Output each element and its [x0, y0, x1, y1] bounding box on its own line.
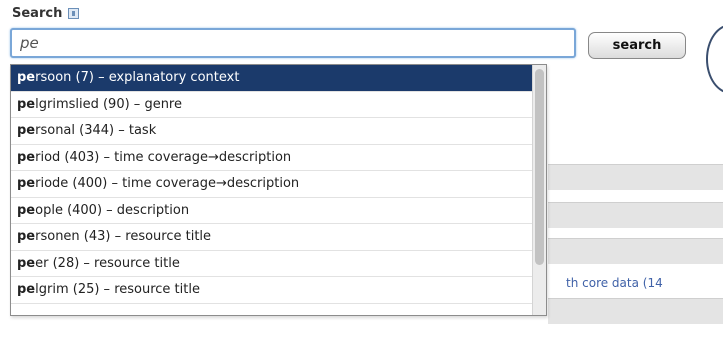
search-label-text: Search	[12, 6, 63, 21]
search-label: Search	[12, 6, 80, 21]
suggestion-match: pe	[17, 123, 36, 138]
suggestion-match: pe	[17, 255, 36, 271]
search-input[interactable]	[10, 28, 576, 58]
background-row	[548, 164, 723, 190]
background-row	[548, 238, 723, 264]
suggestion-match: pe	[17, 202, 36, 218]
suggestion-item[interactable]: people (400) – description	[11, 198, 533, 224]
suggestion-match: pe	[17, 229, 36, 244]
suggestion-match: pe	[17, 96, 36, 112]
suggestion-text: ople (400) – description	[35, 202, 190, 218]
scrollbar[interactable]	[532, 65, 546, 315]
suggestion-text: lgrim (25) – resource title	[35, 282, 200, 297]
info-icon[interactable]	[68, 8, 80, 19]
suggestion-text: lgrimslied (90) – genre	[35, 96, 182, 112]
suggestion-text: rsoon (7) – explanatory context	[35, 70, 240, 85]
core-data-link[interactable]: th core data (14	[566, 276, 663, 290]
autocomplete-dropdown: persoon (7) – explanatory context pelgrim…	[10, 64, 547, 316]
suggestion-item[interactable]: peer (28) – resource title	[11, 251, 533, 277]
background-row	[548, 298, 723, 324]
suggestion-text: rsonal (344) – task	[35, 123, 157, 138]
scrollbar-thumb[interactable]	[535, 69, 544, 265]
search-button[interactable]: search	[588, 32, 686, 59]
suggestion-item[interactable]: pelgrimslied (90) – genre	[11, 92, 533, 118]
suggestion-item[interactable]: persoon (7) – explanatory context	[11, 65, 533, 92]
background-row	[548, 202, 723, 228]
suggestion-item[interactable]: personal (344) – task	[11, 118, 533, 145]
suggestion-item[interactable]: periode (400) – time coverage→descriptio…	[11, 171, 533, 198]
suggestion-text: rsonen (43) – resource title	[35, 229, 212, 244]
suggestion-list: persoon (7) – explanatory context pelgrim…	[11, 65, 533, 304]
help-circle	[706, 24, 723, 94]
suggestion-text: er (28) – resource title	[35, 255, 180, 271]
suggestion-text: riod (403) – time coverage→description	[35, 149, 292, 165]
suggestion-match: pe	[17, 70, 36, 85]
suggestion-match: pe	[17, 282, 36, 297]
suggestion-match: pe	[17, 149, 36, 165]
suggestion-match: pe	[17, 176, 36, 191]
suggestion-item[interactable]: pelgrim (25) – resource title	[11, 277, 533, 304]
suggestion-item[interactable]: personen (43) – resource title	[11, 224, 533, 251]
suggestion-item[interactable]: period (403) – time coverage→description	[11, 145, 533, 171]
suggestion-text: riode (400) – time coverage→description	[35, 176, 300, 191]
